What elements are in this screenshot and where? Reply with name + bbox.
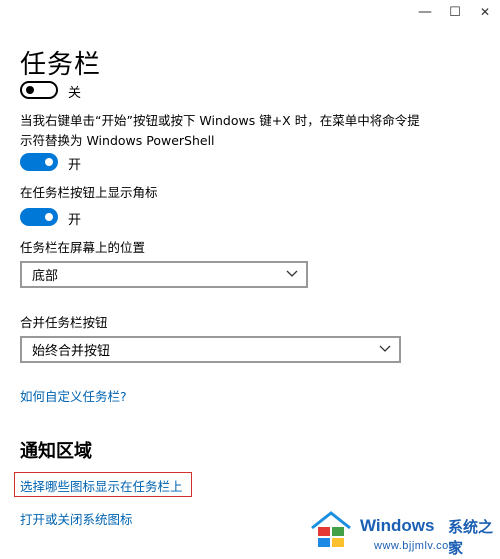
combine-label: 合并任务栏按钮: [20, 315, 108, 330]
badges-label: 在任务栏按钮上显示角标: [20, 185, 158, 200]
notification-area-title: 通知区域: [20, 441, 92, 462]
combine-dropdown[interactable]: 始终合并按钮: [20, 336, 401, 363]
powershell-description: 当我右键单击“开始”按钮或按下 Windows 键+X 时，在菜单中将命令提 示…: [20, 111, 420, 151]
chevron-down-icon: [286, 270, 298, 277]
chevron-down-icon: [379, 345, 391, 352]
customize-taskbar-link[interactable]: 如何自定义任务栏?: [20, 386, 127, 405]
powershell-description-line2: 示符替换为 Windows PowerShell: [20, 133, 215, 148]
window-controls: — ☐ ✕: [410, 0, 500, 28]
lock-taskbar-toggle[interactable]: [20, 81, 58, 99]
powershell-toggle[interactable]: [20, 153, 58, 171]
badges-state: 开: [68, 213, 82, 228]
page-title: 任务栏: [20, 50, 102, 80]
minimize-button[interactable]: —: [410, 0, 440, 24]
watermark-title: Windows: [360, 516, 435, 535]
badges-toggle[interactable]: [20, 208, 58, 226]
powershell-state: 开: [68, 158, 82, 173]
watermark-url: www.bjjmlv.com: [374, 540, 459, 552]
location-label: 任务栏在屏幕上的位置: [20, 240, 146, 255]
lock-taskbar-state: 关: [68, 86, 82, 101]
location-dropdown-value: 底部: [32, 269, 59, 284]
system-icons-link[interactable]: 打开或关闭系统图标: [20, 509, 133, 528]
windows-house-logo-icon: [311, 511, 351, 547]
location-dropdown[interactable]: 底部: [20, 261, 308, 288]
maximize-button[interactable]: ☐: [440, 0, 470, 24]
watermark: Windows 系统之家 www.bjjmlv.com: [308, 508, 498, 558]
combine-dropdown-value: 始终合并按钮: [32, 344, 111, 359]
powershell-description-line1: 当我右键单击“开始”按钮或按下 Windows 键+X 时，在菜单中将命令提: [20, 113, 420, 128]
close-button[interactable]: ✕: [470, 0, 500, 24]
select-icons-link[interactable]: 选择哪些图标显示在任务栏上: [20, 476, 183, 495]
